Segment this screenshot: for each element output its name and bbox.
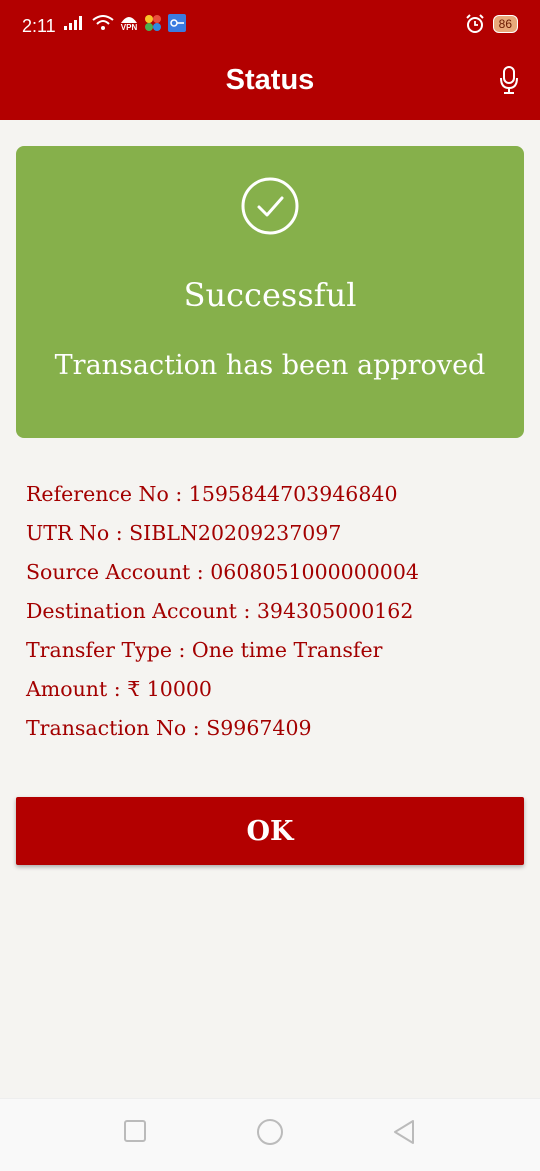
- success-card: Successful Transaction has been approved: [16, 146, 524, 438]
- signal-icon: [64, 16, 82, 30]
- back-triangle-icon[interactable]: [392, 1119, 416, 1145]
- page-title: Status: [225, 64, 315, 96]
- alarm-icon: [465, 14, 484, 33]
- status-right: 86: [465, 14, 518, 34]
- detail-transfer-type: Transfer Type : One time Transfer: [26, 638, 383, 662]
- ok-button[interactable]: OK: [16, 797, 524, 865]
- status-title: Successful: [183, 276, 357, 314]
- recents-square-icon[interactable]: [123, 1119, 147, 1143]
- vpn-icon: VPN: [120, 14, 138, 32]
- check-circle-icon: [241, 177, 299, 235]
- clock: 2:11: [22, 16, 56, 36]
- home-circle-icon[interactable]: [256, 1118, 284, 1146]
- detail-reference-no: Reference No : 1595844703946840: [26, 482, 398, 506]
- system-nav-bar: [0, 1098, 540, 1171]
- detail-amount: Amount : ₹ 10000: [26, 677, 212, 701]
- status-icons: VPN: [64, 14, 186, 32]
- pinwheel-app-icon: [145, 15, 161, 31]
- key-app-icon: [168, 14, 186, 32]
- transaction-details: Reference No : 1595844703946840 UTR No :…: [26, 478, 419, 751]
- app-bar: Status: [0, 52, 540, 120]
- status-message: Transaction has been approved: [54, 350, 486, 381]
- detail-transaction-no: Transaction No : S9967409: [26, 716, 312, 740]
- detail-utr-no: UTR No : SIBLN20209237097: [26, 521, 342, 545]
- wifi-icon: [92, 15, 114, 30]
- detail-source-account: Source Account : 0608051000000004: [26, 560, 419, 584]
- microphone-icon[interactable]: [500, 66, 518, 98]
- detail-destination-account: Destination Account : 394305000162: [26, 599, 414, 623]
- status-bar: 2:11 VPN 86: [0, 0, 540, 52]
- battery-indicator: 86: [492, 15, 518, 33]
